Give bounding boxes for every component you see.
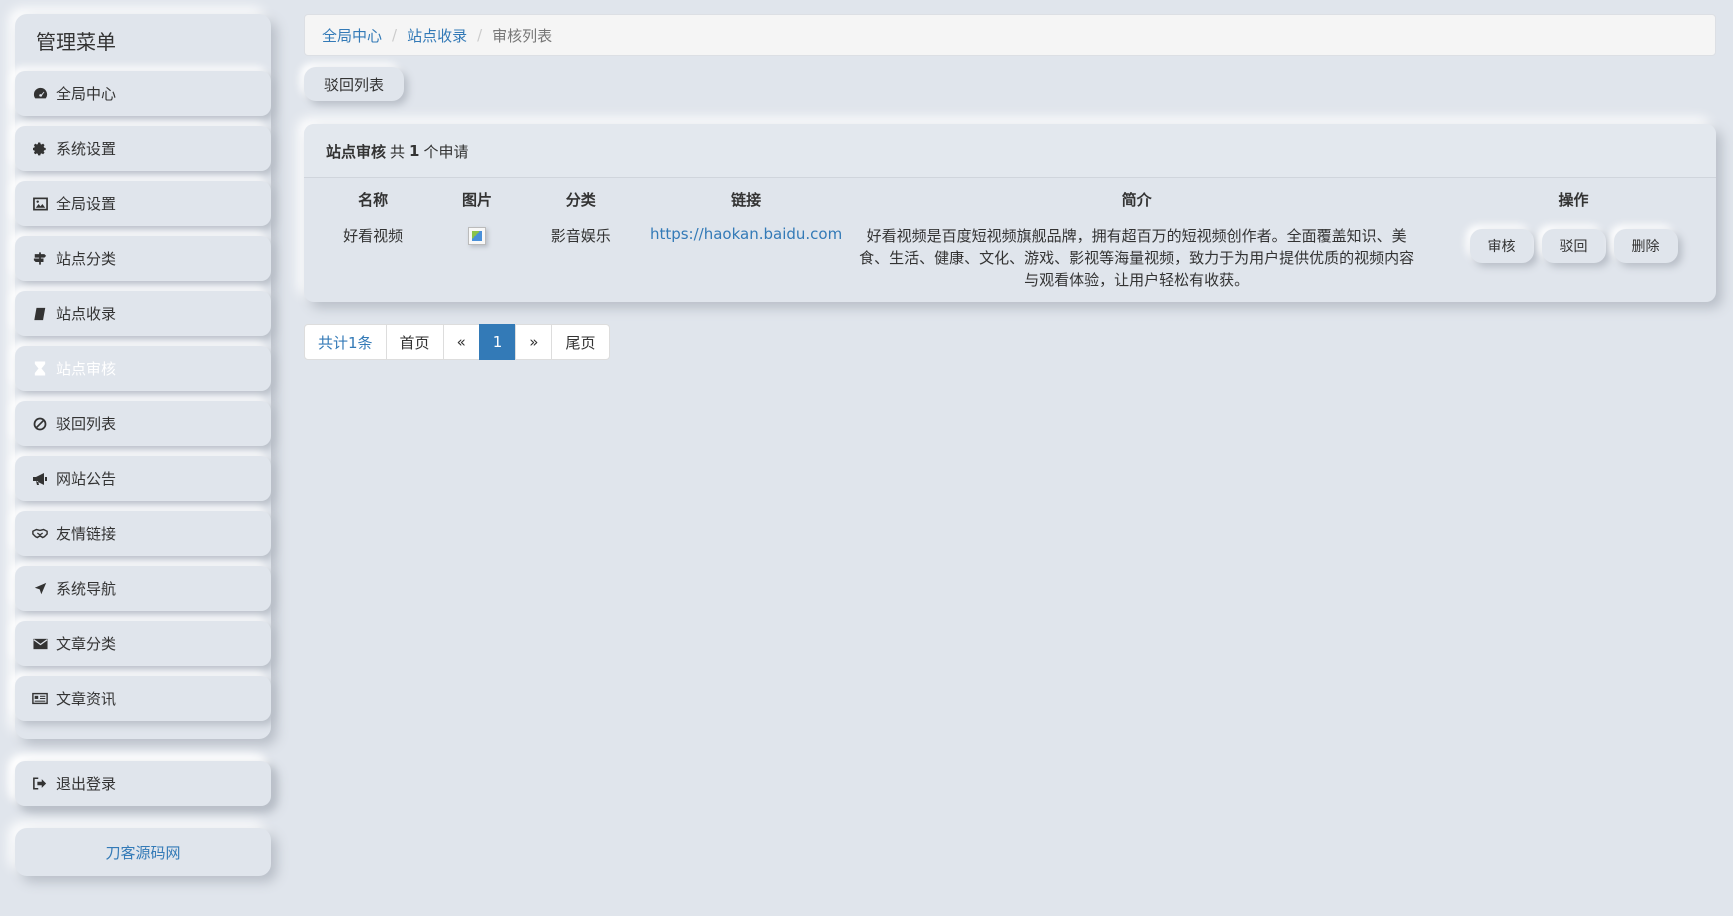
dashboard-icon: [32, 86, 48, 102]
column-header-actions: 操作: [1558, 190, 1589, 209]
sidebar-item-reject-list[interactable]: 驳回列表: [15, 401, 271, 446]
sidebar-item-site-review[interactable]: 站点审核: [15, 346, 271, 391]
sidebar-footer-panel: 刀客源码网: [15, 828, 271, 876]
logout-button[interactable]: 退出登录: [15, 761, 271, 806]
sidebar-item-label: 站点分类: [56, 250, 117, 268]
site-name-cell: 好看视频: [343, 227, 404, 245]
review-panel: 站点审核 共 1 个申请 名称 图片 分类 链接 简介 操作 好看视频 影音娱乐: [304, 124, 1716, 302]
signpost-icon: [32, 251, 48, 267]
sidebar-item-label: 站点审核: [56, 360, 117, 378]
review-table: 名称 图片 分类 链接 简介 操作 好看视频 影音娱乐 https://haok…: [304, 178, 1716, 291]
location-arrow-icon: [32, 581, 48, 597]
column-header-category: 分类: [565, 190, 596, 209]
sidebar-item-site-category[interactable]: 站点分类: [15, 236, 271, 281]
pagination-next[interactable]: »: [515, 324, 553, 360]
delete-button[interactable]: 删除: [1613, 229, 1678, 263]
sidebar-menu-panel: 管理菜单 全局中心 系统设置 全局设置 站点分类 站点收录 站点审核 驳回列表 …: [15, 14, 271, 739]
sidebar-item-article-news[interactable]: 文章资讯: [15, 676, 271, 721]
sidebar-item-site-collection[interactable]: 站点收录: [15, 291, 271, 336]
site-image-cell: [442, 220, 511, 291]
table-header-row: 名称 图片 分类 链接 简介 操作: [304, 178, 1716, 220]
breadcrumb-current: 审核列表: [492, 26, 553, 45]
column-header-link: 链接: [731, 190, 762, 209]
sidebar-item-label: 全局设置: [56, 195, 117, 213]
sidebar-item-label: 友情链接: [56, 525, 117, 543]
site-link[interactable]: https://haokan.baidu.com: [650, 225, 842, 243]
handshake-icon: [32, 526, 48, 542]
action-buttons: 审核 驳回 删除: [1431, 225, 1716, 263]
sidebar-item-label: 系统导航: [56, 580, 117, 598]
site-footer-link[interactable]: 刀客源码网: [15, 828, 271, 876]
column-header-name: 名称: [358, 190, 389, 209]
ban-icon: [32, 416, 48, 432]
sign-out-icon: [32, 776, 48, 792]
count-prefix: 共: [390, 142, 406, 161]
newspaper-icon: [32, 691, 48, 707]
pagination-last-page[interactable]: 尾页: [551, 324, 610, 360]
sidebar-item-friend-links[interactable]: 友情链接: [15, 511, 271, 556]
column-header-description: 简介: [1121, 190, 1152, 209]
pagination-current-page[interactable]: 1: [478, 324, 517, 360]
sidebar-item-global-center[interactable]: 全局中心: [15, 71, 271, 116]
sidebar-item-label: 文章资讯: [56, 690, 117, 708]
actions-cell: 审核 驳回 删除: [1431, 220, 1716, 291]
pagination-prev[interactable]: «: [442, 324, 480, 360]
pagination-total: 共计1条: [304, 324, 387, 360]
envelope-icon: [32, 636, 48, 652]
breadcrumb-link-site-collection[interactable]: 站点收录: [407, 25, 467, 46]
panel-title: 站点审核: [326, 142, 387, 161]
site-description-cell: 好看视频是百度短视频旗舰品牌，拥有超百万的短视频创作者。全面覆盖知识、美食、生活…: [859, 227, 1415, 289]
application-count: 1: [409, 142, 420, 160]
breadcrumb-separator: /: [392, 26, 398, 44]
sidebar-item-label: 系统设置: [56, 140, 117, 158]
reject-list-button[interactable]: 驳回列表: [304, 67, 404, 101]
table-row: 好看视频 影音娱乐 https://haokan.baidu.com 好看视频是…: [304, 220, 1716, 291]
reject-button[interactable]: 驳回: [1541, 229, 1606, 263]
sidebar-logout-panel: 退出登录: [15, 761, 271, 806]
sidebar-item-label: 全局中心: [56, 85, 117, 103]
sidebar-item-label: 网站公告: [56, 470, 117, 488]
approve-button[interactable]: 审核: [1469, 229, 1534, 263]
site-category-cell: 影音娱乐: [550, 227, 611, 245]
sidebar-item-label: 站点收录: [56, 305, 117, 323]
picture-icon: [32, 196, 48, 212]
sidebar-item-label: 文章分类: [56, 635, 117, 653]
sidebar-item-announcement[interactable]: 网站公告: [15, 456, 271, 501]
breadcrumb-link-global-center[interactable]: 全局中心: [322, 25, 382, 46]
gear-icon: [32, 141, 48, 157]
hourglass-icon: [32, 361, 48, 377]
pagination: 共计1条 首页 « 1 » 尾页: [304, 324, 610, 360]
sidebar-title: 管理菜单: [36, 30, 116, 54]
sidebar-item-system-settings[interactable]: 系统设置: [15, 126, 271, 171]
sidebar-item-label: 驳回列表: [56, 415, 117, 433]
sidebar-item-article-category[interactable]: 文章分类: [15, 621, 271, 666]
broken-image-icon: [467, 227, 486, 245]
breadcrumb-separator: /: [477, 26, 483, 44]
book-icon: [32, 306, 48, 322]
site-link-cell: https://haokan.baidu.com: [650, 220, 842, 291]
panel-heading: 站点审核 共 1 个申请: [304, 124, 1716, 178]
breadcrumb: 全局中心 / 站点收录 / 审核列表: [304, 14, 1716, 56]
pagination-first-page[interactable]: 首页: [385, 324, 444, 360]
logout-label: 退出登录: [56, 775, 117, 793]
column-header-image: 图片: [461, 190, 492, 209]
sidebar-item-system-navigation[interactable]: 系统导航: [15, 566, 271, 611]
megaphone-icon: [32, 471, 48, 487]
sidebar: 管理菜单 全局中心 系统设置 全局设置 站点分类 站点收录 站点审核 驳回列表 …: [15, 14, 271, 876]
count-suffix: 个申请: [423, 142, 469, 161]
sidebar-item-global-settings[interactable]: 全局设置: [15, 181, 271, 226]
